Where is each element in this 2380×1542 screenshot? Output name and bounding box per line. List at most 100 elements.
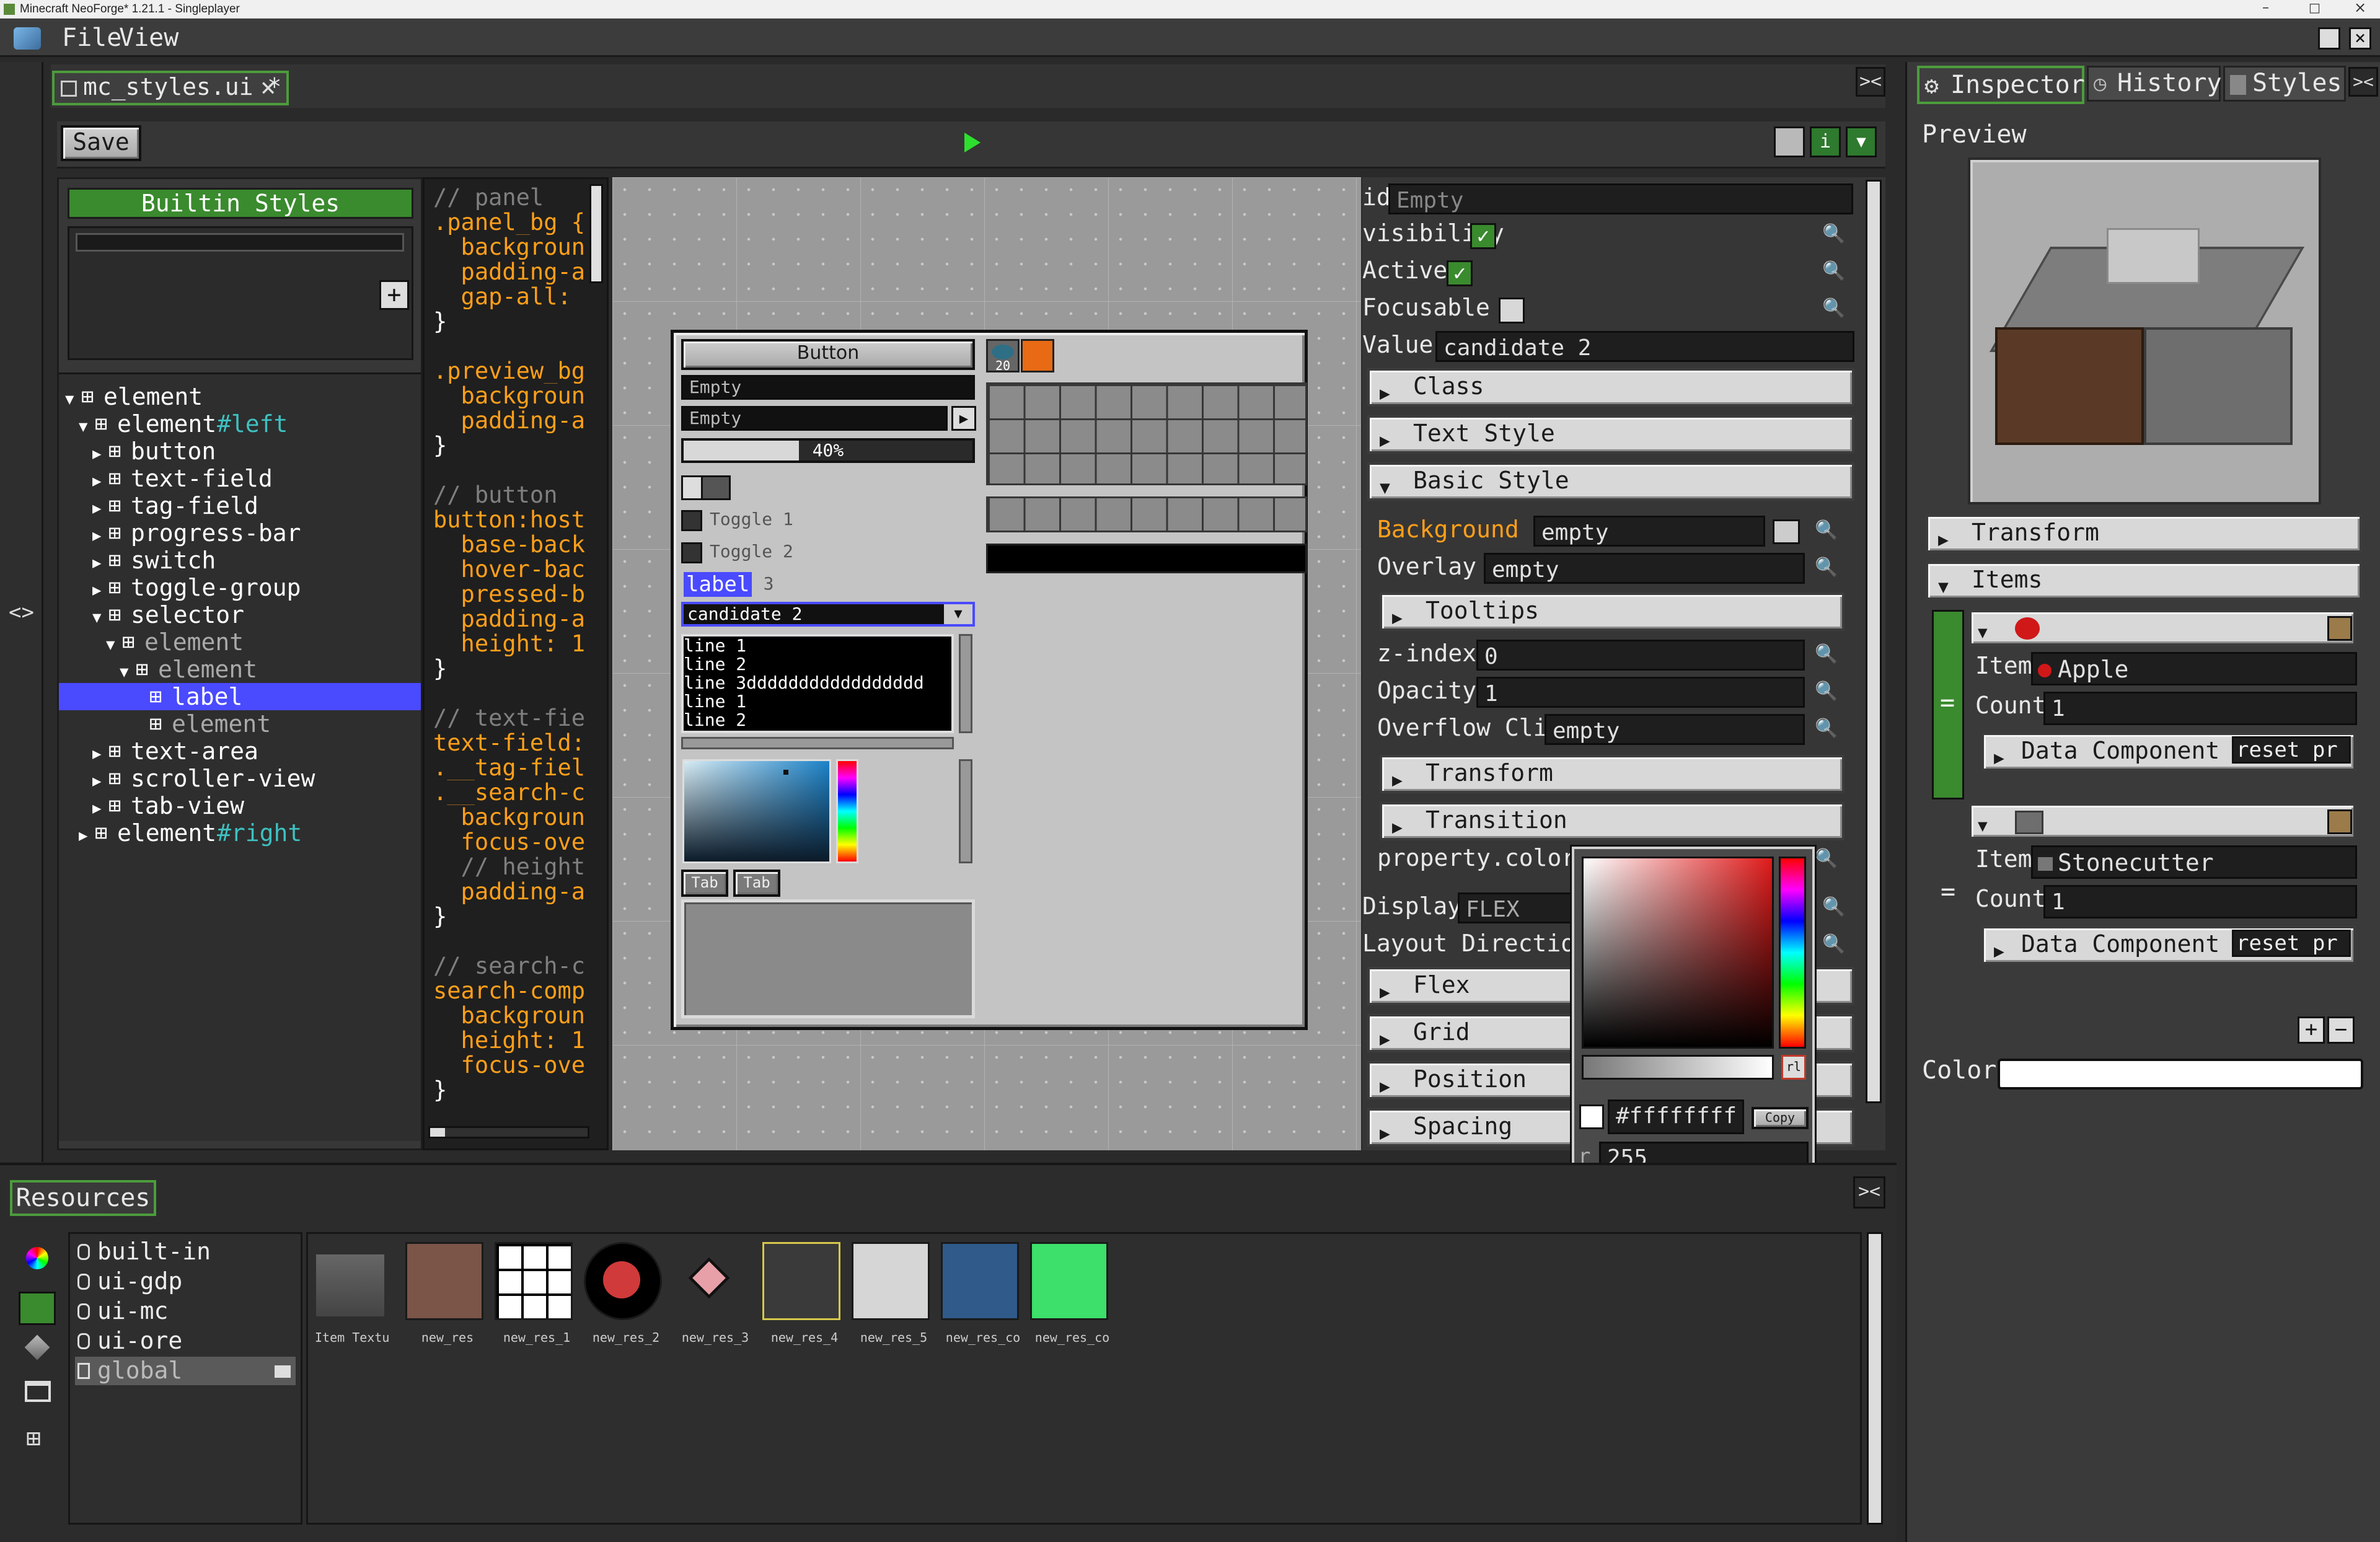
inspector-transform-section[interactable]: ▶ Transform [1926,514,2362,553]
tree-node[interactable]: ▶ ⊞ toggle-group [59,574,421,601]
display-field[interactable]: FLEX [1458,892,1573,923]
item-1-count-field[interactable]: 1 [2043,692,2357,725]
close-window-icon[interactable]: × [2349,27,2371,50]
dropdown-icon[interactable]: ▼ [1846,126,1877,157]
collapse-arrow-icon[interactable]: ▶ [92,576,101,604]
folder-icon[interactable] [275,1365,291,1378]
resource-thumbnail[interactable] [405,1242,483,1320]
item-2-count-field[interactable]: 1 [2043,885,2357,919]
visibility-checkbox[interactable]: ✓ [1470,223,1496,249]
copy-button[interactable]: Copy [1752,1107,1809,1129]
resource-thumbnail[interactable] [941,1242,1019,1320]
tree-node[interactable]: ▼ ⊞ selector [59,601,421,628]
active-checkbox[interactable]: ✓ [1447,260,1473,286]
item-1-data-component[interactable]: ▶ Data Component reset pr [1981,733,2356,771]
item-2-type-icon[interactable] [2327,809,2352,834]
resource-group-item[interactable]: ui-ore [75,1327,296,1355]
styles-search-field[interactable] [76,233,404,252]
overflow-field[interactable]: empty [1545,714,1805,745]
tab-history[interactable]: ◷ History [2087,66,2222,102]
collapse-inspector-icon[interactable]: >< [2348,67,2378,97]
color-field[interactable] [1998,1059,2363,1090]
preview-search-field[interactable]: Empty [681,406,948,431]
code-editor[interactable]: // panel .panel_bg { backgroun padding-a … [423,177,609,1150]
resource-thumbnail[interactable] [762,1242,840,1320]
item-1-collapse-icon[interactable]: ▼ [1978,617,1988,648]
resource-thumbnail[interactable] [673,1242,747,1316]
tab-1[interactable]: Tab [681,870,728,897]
tree-node[interactable]: ▶ ⊞ text-area [59,738,421,765]
left-collapse-strip[interactable]: <> [0,62,43,1162]
layout-search-icon[interactable]: 🔍 [1822,933,1845,955]
overflow-search-icon[interactable]: 🔍 [1815,718,1838,739]
overlay-search-icon[interactable]: 🔍 [1815,557,1838,578]
run-icon[interactable] [964,133,981,152]
preview-canvas[interactable]: Button Empty Empty ▶ 40% Toggle 1 Toggle… [612,177,1361,1150]
tree-node[interactable]: ⊞ element [59,710,421,738]
basic-style-section[interactable]: ▼ Basic Style [1367,462,1854,501]
collapse-arrow-icon[interactable]: ▶ [92,795,101,822]
collapse-editor-icon[interactable]: >< [1856,67,1885,97]
item-1-header[interactable]: ▼ [1969,610,2356,646]
display-search-icon[interactable]: 🔍 [1822,896,1845,918]
minimize-icon[interactable]: – [2262,0,2269,15]
preview-selector[interactable]: candidate 2 ▼ [681,602,975,627]
inspector-items-section[interactable]: ▼ Items [1926,562,2362,600]
item-2-data-component[interactable]: ▶ Data Component reset pr [1981,926,2356,964]
collapse-arrow-icon[interactable]: ▶ [92,740,101,767]
hex-field[interactable]: #ffffffff [1608,1099,1744,1134]
preview-button[interactable]: Button [681,339,975,370]
item-2-collapse-icon[interactable]: ▼ [1978,811,1988,842]
tree-node[interactable]: ▼ ⊞ element [59,656,421,683]
slot-with-lava[interactable] [1021,339,1054,372]
resource-thumbnail[interactable] [495,1242,573,1320]
resource-group-item[interactable]: built-in [75,1238,296,1266]
textarea-vscroll[interactable] [959,634,972,733]
collapse-arrow-icon[interactable]: ▶ [92,549,101,576]
close-tab-icon[interactable]: × [260,72,276,102]
toggle-2-box[interactable] [681,542,702,563]
item-1-item-field[interactable]: Apple [2031,652,2357,685]
grid-icon[interactable]: ⊞ [26,1424,41,1453]
collapse-resources-icon[interactable]: >< [1853,1176,1885,1209]
tab-inspector[interactable]: ⚙ Inspector [1917,66,2085,104]
tree-node[interactable]: ▶ ⊞ tab-view [59,792,421,819]
resource-group-item[interactable]: ui-mc [75,1297,296,1326]
collapse-arrow-icon[interactable]: ▶ [92,495,101,522]
file-tab[interactable]: mc_styles.ui * × [52,71,289,105]
property-color-search-icon[interactable]: 🔍 [1815,848,1838,870]
alpha-slider[interactable] [1582,1055,1774,1080]
resource-group-item[interactable]: ui-gdp [75,1267,296,1296]
collapse-arrow-icon[interactable]: ▶ [92,767,101,795]
save-button[interactable]: Save [61,125,141,161]
switch-knob[interactable] [683,477,703,498]
expand-arrow-icon[interactable]: ▼ [79,413,87,440]
tree-node[interactable]: ▶ ⊞ text-field [59,465,421,492]
code-hscroll-thumb[interactable] [430,1128,445,1137]
search-field-icon[interactable]: ▶ [951,406,976,431]
transform-section[interactable]: ▶ Transform [1380,755,1844,793]
toggle-1-box[interactable] [681,510,702,531]
background-search-icon[interactable]: 🔍 [1815,519,1838,541]
chevron-down-icon[interactable]: ▼ [944,604,972,624]
tree-node[interactable]: ▶ ⊞ button [59,438,421,465]
restore-icon[interactable] [2318,27,2340,50]
overlay-field[interactable]: empty [1484,553,1805,584]
resource-thumbnail[interactable] [584,1242,662,1320]
window-icon[interactable] [25,1381,51,1402]
remove-item-button[interactable]: − [2327,1016,2355,1044]
class-section[interactable]: ▶ Class [1367,368,1854,407]
preview-color-selector[interactable] [682,759,831,863]
tree-node[interactable]: ▶ ⊞ switch [59,547,421,574]
tab-styles[interactable]: Styles [2223,66,2346,102]
tree-node[interactable]: ▼ ⊞ element [59,628,421,656]
textarea-hscroll[interactable] [681,737,954,749]
expand-arrow-icon[interactable]: ▼ [120,658,128,685]
expand-arrow-icon[interactable]: ▼ [65,386,74,413]
color-wheel-icon[interactable] [26,1247,48,1269]
tab-2[interactable]: Tab [733,870,780,897]
properties-scrollbar[interactable] [1866,180,1882,1103]
screenshot-icon[interactable] [1774,126,1805,157]
item-2-reset-button[interactable]: reset pr [2232,930,2351,957]
zindex-field[interactable]: 0 [1476,640,1805,671]
